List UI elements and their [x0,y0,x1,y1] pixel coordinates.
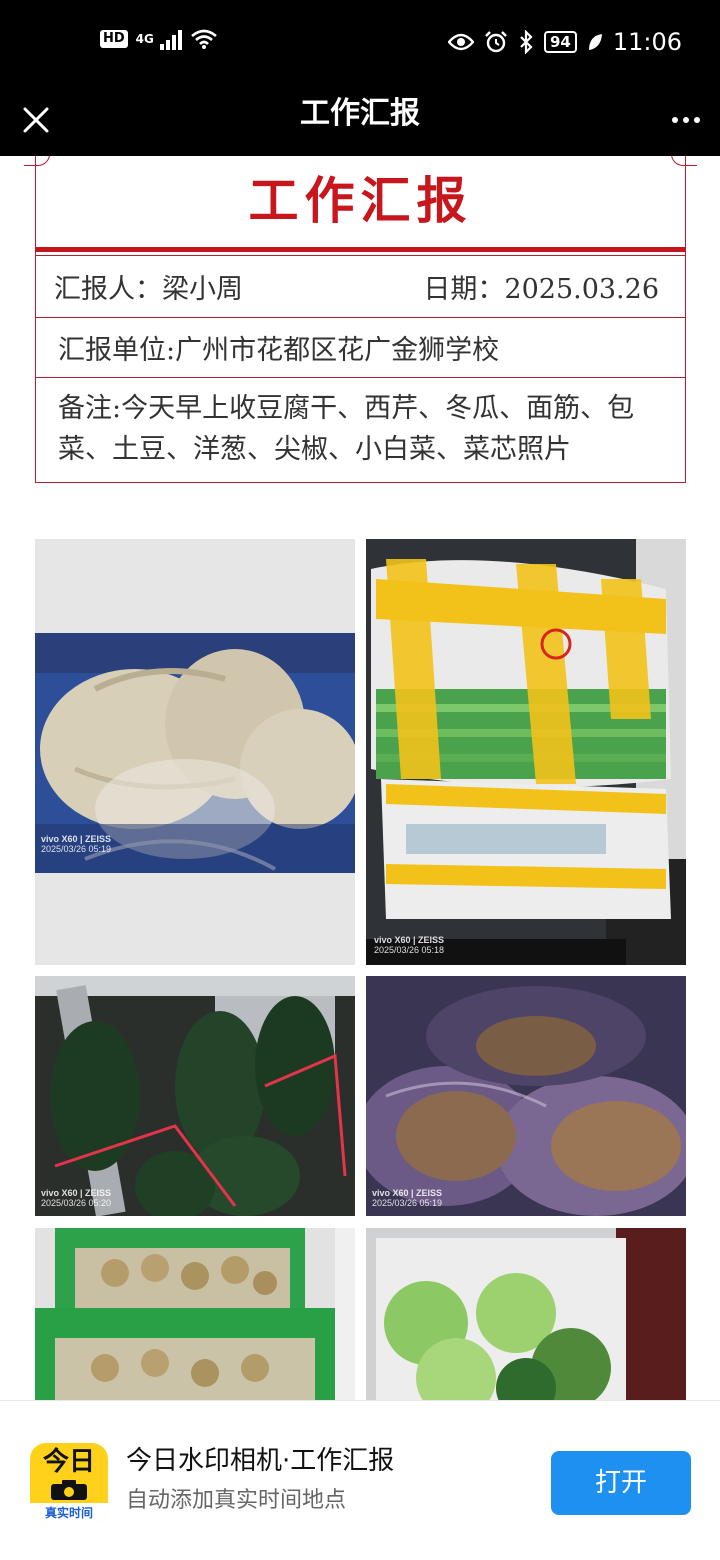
report-card: 工作汇报 汇报人：梁小周 日期：2025.03.26 汇报单位:广州市花都区花广… [24,156,697,483]
tofu-photo-image [35,633,355,873]
report-content: 工作汇报 汇报人：梁小周 日期：2025.03.26 汇报单位:广州市花都区花广… [0,156,720,1400]
photo-celery[interactable]: vivo X60 | ZEISS 2025/03/26 05:18 [366,539,686,965]
battery-level: 94 [543,31,577,53]
leaf-icon [588,34,602,50]
gluten-photo-image [366,976,686,1216]
photo-watermark: vivo X60 | ZEISS 2025/03/26 05:18 [374,935,445,955]
report-header: 工作汇报 [24,156,697,252]
app-icon-label: 今日 [42,1447,95,1477]
wifi-icon [191,29,217,49]
title-bar: 工作汇报 [0,84,720,156]
alarm-icon [485,31,507,53]
melon-photo-image [35,976,355,1216]
app-icon-tagline: 真实时间 [30,1503,108,1523]
photo-watermark: vivo X60 | ZEISS 2025/03/26 05:20 [41,1188,112,1208]
photo-watermark: vivo X60 | ZEISS 2025/03/26 05:19 [41,834,112,854]
photo-potatoes[interactable] [35,1228,355,1400]
photo-cabbage[interactable] [366,1228,686,1400]
more-button[interactable] [666,96,706,144]
banner-title: 今日水印相机·工作汇报 [126,1446,395,1476]
note-row: 备注:今天早上收豆腐干、西芹、冬瓜、面筋、包菜、土豆、洋葱、尖椒、小白菜、菜芯照… [36,378,685,482]
bluetooth-icon [520,30,533,54]
hd-badge: HD [100,30,128,48]
page-title: 工作汇报 [300,96,420,131]
report-heading: 工作汇报 [248,171,473,230]
network-type: 4G [135,32,154,46]
celery-photo-image [366,539,686,965]
photo-winter-melon[interactable]: vivo X60 | ZEISS 2025/03/26 05:20 [35,976,355,1216]
photo-tofu[interactable]: vivo X60 | ZEISS 2025/03/26 05:19 [35,539,355,965]
report-note: 备注:今天早上收豆腐干、西芹、冬瓜、面筋、包菜、土豆、洋葱、尖椒、小白菜、菜芯照… [58,393,635,465]
reporter-row: 汇报人：梁小周 日期：2025.03.26 [36,256,685,318]
status-bar: HD 4G 94 11:06 [0,0,720,84]
more-icon [672,117,678,123]
report-unit: 汇报单位:广州市花都区花广金狮学校 [58,335,500,366]
clock: 11:06 [612,28,682,56]
reporter-label: 汇报人：梁小周 [54,274,243,305]
status-left: HD 4G [100,28,218,50]
eye-icon [447,33,474,51]
banner-subtitle: 自动添加真实时间地点 [126,1488,347,1513]
potato-photo-image [35,1228,355,1400]
photo-watermark: vivo X60 | ZEISS 2025/03/26 05:19 [372,1188,443,1208]
status-right: 94 11:06 [447,24,682,60]
signal-icon [159,28,182,50]
app-promo-banner: 今日 真实时间 今日水印相机·工作汇报 自动添加真实时间地点 打开 [0,1400,720,1560]
open-app-button[interactable]: 打开 [551,1451,691,1515]
camera-icon [51,1480,87,1500]
cabbage-photo-image [366,1228,686,1400]
report-date: 日期：2025.03.26 [423,274,659,305]
unit-row: 汇报单位:广州市花都区花广金狮学校 [36,318,685,378]
photo-gluten[interactable]: vivo X60 | ZEISS 2025/03/26 05:19 [366,976,686,1216]
app-icon[interactable]: 今日 真实时间 [30,1443,108,1523]
